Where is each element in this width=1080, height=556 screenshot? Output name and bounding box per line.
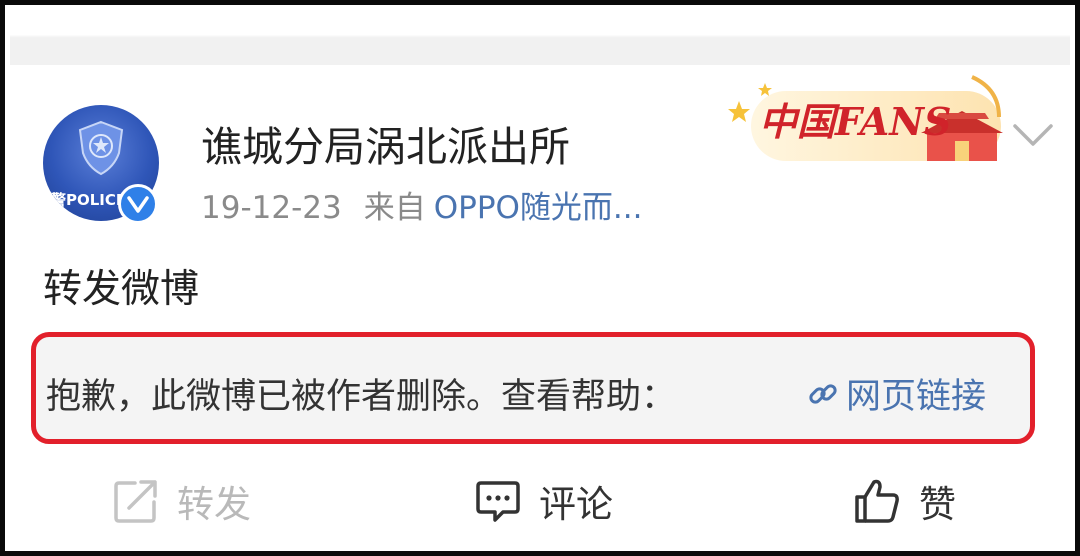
repost-icon — [114, 480, 157, 523]
verified-v-icon — [118, 184, 158, 224]
link-icon — [809, 383, 837, 404]
chevron-down-icon[interactable] — [1010, 117, 1056, 151]
post-source[interactable]: OPPO随光而... — [434, 190, 643, 226]
comment-button[interactable]: 评论 — [475, 471, 613, 531]
fans-badge-text: 中国FANS — [759, 99, 951, 144]
deleted-notice: 抱歉，此微博已被作者删除。查看帮助： 网页链接 — [31, 332, 1035, 444]
source-prefix: 来自 — [363, 190, 426, 226]
help-link[interactable]: 网页链接 — [806, 368, 986, 419]
repost-button[interactable]: 转发 — [113, 471, 251, 531]
post-meta: 19-12-23 来自 OPPO随光而... — [201, 182, 642, 227]
deleted-message: 抱歉，此微博已被作者删除。查看帮助： — [46, 377, 677, 417]
repost-label: 转发 — [177, 483, 251, 526]
police-emblem-icon — [78, 120, 124, 176]
comment-icon — [476, 481, 520, 522]
author-name[interactable]: 谯城分局涡北派出所 — [201, 113, 570, 173]
feed-divider — [10, 10, 1070, 65]
help-link-label: 网页链接 — [846, 377, 987, 417]
weibo-post-card: 警POLICE 谯城分局涡北派出所 19-12-23 来自 OPPO随光而... 中… — [0, 0, 1080, 556]
action-bar: 转发 评论 赞 — [10, 457, 1075, 547]
like-button[interactable]: 赞 — [853, 471, 956, 531]
post-date: 19-12-23 — [201, 190, 342, 226]
avatar-label: 警POLICE — [51, 191, 127, 209]
thumbs-up-icon — [855, 479, 899, 523]
china-fans-badge[interactable]: 中国FANS — [717, 71, 1007, 167]
post-content: 转发微博 — [43, 267, 200, 312]
like-label: 赞 — [919, 483, 956, 526]
comment-label: 评论 — [539, 483, 613, 526]
